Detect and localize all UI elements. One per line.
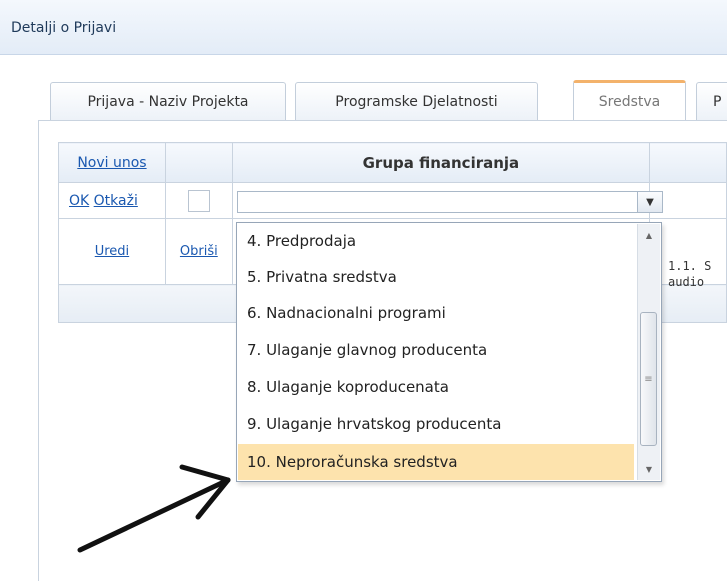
option-ulaganje-koproducenata[interactable]: 8. Ulaganje koproducenata	[238, 369, 634, 405]
option-nadnacionalni-programi[interactable]: 6. Nadnacionalni programi	[238, 295, 634, 331]
option-ulaganje-hrvatskog-producenta[interactable]: 9. Ulaganje hrvatskog producenta	[238, 406, 634, 442]
tab-label: Sredstva	[598, 93, 661, 110]
dropdown-scrollbar[interactable]: ▲ ≡ ▼	[637, 224, 660, 480]
dropdown-list: 4. Predprodaja 5. Privatna sredstva 6. N…	[236, 222, 662, 482]
tab-sredstva[interactable]: Sredstva	[573, 80, 686, 120]
arrow-icon	[77, 464, 231, 553]
option-neproracunska-sredstva[interactable]: 10. Neproračunska sredstva	[238, 444, 634, 480]
option-privatna-sredstva[interactable]: 5. Privatna sredstva	[238, 259, 634, 295]
scroll-up-arrow-icon[interactable]: ▲	[638, 226, 660, 244]
scroll-down-arrow-icon[interactable]: ▼	[638, 460, 660, 478]
option-ulaganje-glavnog-producenta[interactable]: 7. Ulaganje glavnog producenta	[238, 332, 634, 368]
option-predprodaja[interactable]: 4. Predprodaja	[238, 223, 634, 259]
scrollbar-thumb[interactable]: ≡	[640, 312, 657, 446]
